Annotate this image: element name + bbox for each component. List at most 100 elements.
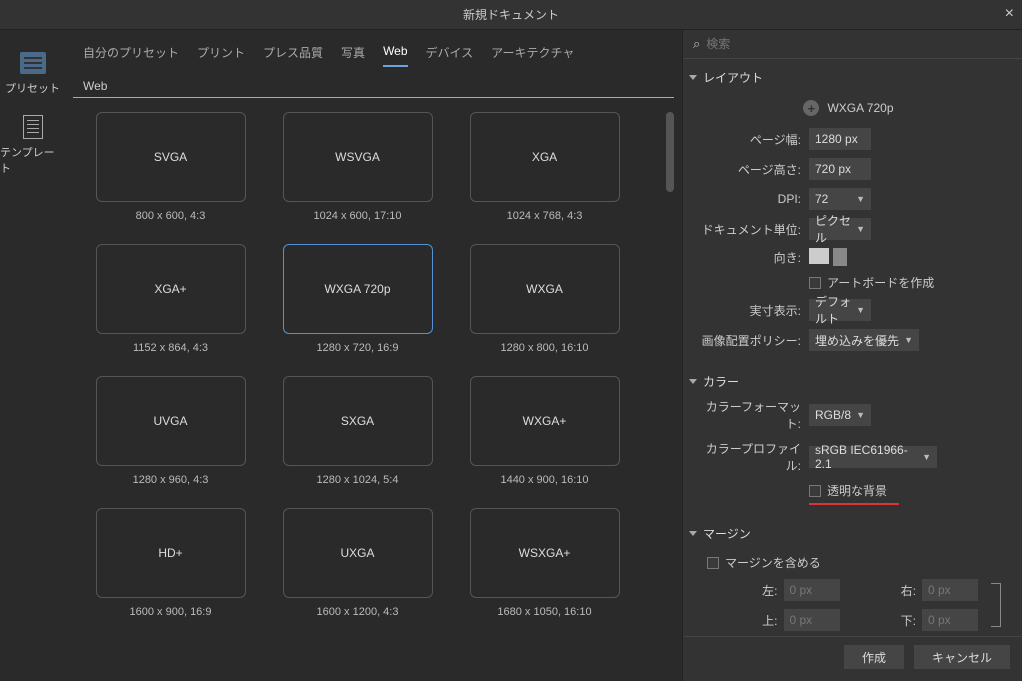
preset-box: WSVGA (283, 112, 433, 202)
preset-box: WXGA (470, 244, 620, 334)
preset-caption: 800 x 600, 4:3 (136, 210, 206, 222)
doc-title: WXGA 720p (827, 101, 893, 115)
include-margin-checkbox[interactable] (707, 557, 719, 569)
margin-bottom-input[interactable] (922, 609, 978, 631)
color-format-label: カラーフォーマット: (693, 398, 801, 432)
image-policy-label: 画像配置ポリシー: (693, 332, 801, 349)
preset-caption: 1024 x 768, 4:3 (507, 210, 583, 222)
preset-box: UVGA (96, 376, 246, 466)
preset-caption: 1680 x 1050, 16:10 (497, 606, 591, 618)
section-margin-title: マージン (703, 525, 751, 542)
dialog-footer: 作成 キャンセル (683, 636, 1022, 677)
preset-caption: 1440 x 900, 16:10 (500, 474, 588, 486)
window-title: 新規ドキュメント (463, 6, 559, 23)
color-profile-label: カラープロファイル: (693, 440, 801, 474)
tab-devices[interactable]: デバイス (426, 44, 474, 67)
preset-box: XGA+ (96, 244, 246, 334)
actual-size-select[interactable]: デフォルト▼ (809, 299, 871, 321)
preset-box: SVGA (96, 112, 246, 202)
chevron-down-icon (689, 531, 697, 536)
preset-scrollbar[interactable] (666, 112, 674, 681)
orientation-landscape[interactable] (809, 248, 829, 264)
search-icon: ⌕ (693, 36, 700, 52)
preset-box: HD+ (96, 508, 246, 598)
search-bar[interactable]: ⌕ (683, 30, 1022, 59)
orientation-portrait[interactable] (833, 248, 847, 266)
preset-tile[interactable]: WSXGA+ 1680 x 1050, 16:10 (457, 508, 632, 618)
preset-box: UXGA (283, 508, 433, 598)
add-preset-icon[interactable]: + (803, 100, 819, 116)
tab-my-presets[interactable]: 自分のプリセット (83, 44, 179, 67)
nav-templates[interactable]: テンプレート (0, 114, 65, 176)
preset-caption: 1152 x 864, 4:3 (133, 342, 208, 354)
page-width-input[interactable] (809, 128, 871, 150)
page-width-label: ページ幅: (693, 131, 801, 148)
tab-print[interactable]: プリント (197, 44, 245, 67)
titlebar: 新規ドキュメント × (0, 0, 1022, 30)
image-policy-select[interactable]: 埋め込みを優先▼ (809, 329, 919, 351)
tab-web[interactable]: Web (383, 44, 407, 67)
section-margin-header[interactable]: マージン (687, 519, 1010, 548)
right-panel: ⌕ レイアウト + WXGA 720p ページ幅: ページ高さ: (682, 30, 1022, 681)
search-input[interactable] (706, 37, 1012, 51)
tab-press[interactable]: プレス品質 (263, 44, 323, 67)
left-nav: プリセット テンプレート (0, 30, 65, 681)
margin-left-input[interactable] (784, 579, 840, 601)
cancel-button[interactable]: キャンセル (914, 645, 1010, 669)
color-format-select[interactable]: RGB/8▼ (809, 404, 871, 426)
actual-size-label: 実寸表示: (693, 302, 801, 319)
close-icon[interactable]: × (1005, 5, 1014, 23)
preset-caption: 1280 x 800, 16:10 (500, 342, 588, 354)
preset-grid: SVGA 800 x 600, 4:3 WSVGA 1024 x 600, 17:10… (73, 112, 674, 618)
link-margins-icon[interactable] (991, 583, 1001, 627)
templates-icon (20, 114, 46, 140)
presets-icon (20, 50, 46, 76)
color-profile-select[interactable]: sRGB IEC61966-2.1▼ (809, 446, 937, 468)
include-margin-label: マージンを含める (725, 554, 821, 571)
preset-tile[interactable]: SXGA 1280 x 1024, 5:4 (270, 376, 445, 486)
preset-box: SXGA (283, 376, 433, 466)
preset-tile[interactable]: WXGA 720p1280 x 720, 16:9 (270, 244, 445, 354)
page-height-input[interactable] (809, 158, 871, 180)
nav-presets-label: プリセット (5, 80, 60, 96)
margin-top-input[interactable] (784, 609, 840, 631)
preset-box: WSXGA+ (470, 508, 620, 598)
preset-caption: 1600 x 1200, 4:3 (317, 606, 399, 618)
preset-caption: 1600 x 900, 16:9 (130, 606, 212, 618)
nav-templates-label: テンプレート (0, 144, 65, 176)
nav-presets[interactable]: プリセット (5, 50, 60, 96)
preset-tile[interactable]: XGA+ 1152 x 864, 4:3 (83, 244, 258, 354)
preset-tile[interactable]: SVGA 800 x 600, 4:3 (83, 112, 258, 222)
section-layout-title: レイアウト (703, 69, 763, 86)
page-height-label: ページ高さ: (693, 161, 801, 178)
preset-tile[interactable]: XGA1024 x 768, 4:3 (457, 112, 632, 222)
orientation-label: 向き: (693, 249, 801, 266)
preset-tile[interactable]: WXGA+1440 x 900, 16:10 (457, 376, 632, 486)
section-layout-header[interactable]: レイアウト (687, 63, 1010, 92)
preset-tile[interactable]: UXGA 1600 x 1200, 4:3 (270, 508, 445, 618)
margin-right-input[interactable] (922, 579, 978, 601)
create-button[interactable]: 作成 (844, 645, 904, 669)
preset-tile[interactable]: HD+ 1600 x 900, 16:9 (83, 508, 258, 618)
preset-tile[interactable]: WXGA 1280 x 800, 16:10 (457, 244, 632, 354)
tab-architecture[interactable]: アーキテクチャ (491, 44, 574, 67)
highlight-underline (809, 503, 899, 505)
dpi-select[interactable]: 72▼ (809, 188, 871, 210)
transparent-bg-checkbox[interactable] (809, 485, 821, 497)
section-color-header[interactable]: カラー (687, 367, 1010, 396)
chevron-down-icon (689, 75, 697, 80)
category-tabs: 自分のプリセット プリント プレス品質 写真 Web デバイス アーキテクチャ (73, 30, 674, 75)
artboard-checkbox[interactable] (809, 277, 821, 289)
preset-tile[interactable]: UVGA 1280 x 960, 4:3 (83, 376, 258, 486)
tab-photo[interactable]: 写真 (341, 44, 365, 67)
units-select[interactable]: ピクセル▼ (809, 218, 871, 240)
preset-caption: 1280 x 960, 4:3 (133, 474, 209, 486)
preset-caption: 1024 x 600, 17:10 (313, 210, 401, 222)
preset-tile[interactable]: WSVGA 1024 x 600, 17:10 (270, 112, 445, 222)
preset-caption: 1280 x 1024, 5:4 (317, 474, 399, 486)
center-panel: 自分のプリセット プリント プレス品質 写真 Web デバイス アーキテクチャ … (65, 30, 682, 681)
section-label: Web (73, 75, 674, 98)
artboard-label: アートボードを作成 (827, 274, 934, 291)
transparent-bg-label: 透明な背景 (827, 482, 887, 499)
chevron-down-icon (689, 379, 697, 384)
